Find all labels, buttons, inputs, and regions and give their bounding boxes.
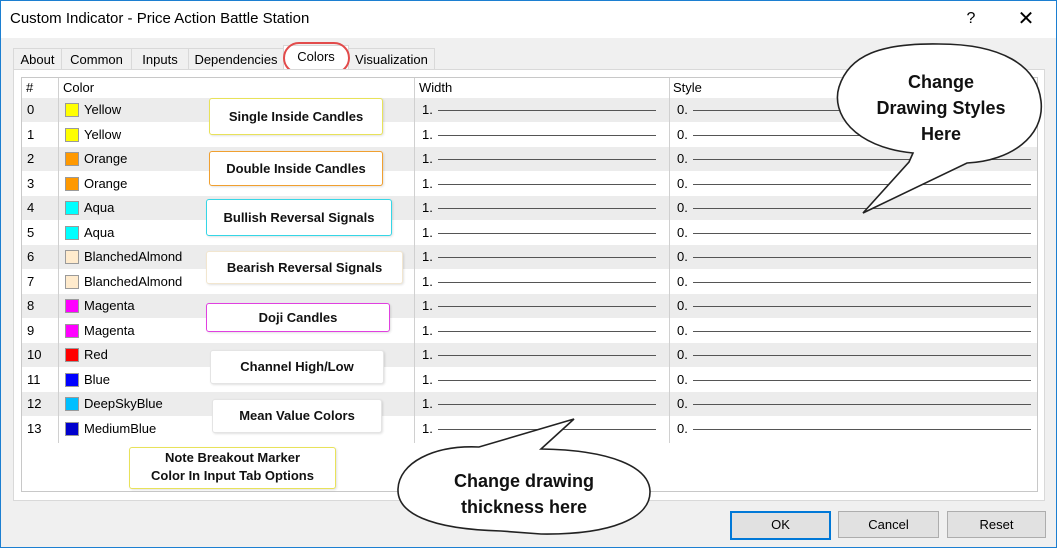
- cancel-button[interactable]: Cancel: [838, 511, 939, 538]
- bubble-line: Change: [907, 72, 974, 92]
- bubble-line: Change drawing: [453, 471, 594, 491]
- bubble-line: Drawing Styles: [876, 98, 1006, 118]
- drawing-styles-bubble-text: Change Drawing Styles Here: [849, 69, 1033, 147]
- dialog-window: Custom Indicator - Price Action Battle S…: [0, 0, 1057, 548]
- bubble-line: thickness here: [460, 497, 588, 517]
- reset-button[interactable]: Reset: [947, 511, 1046, 538]
- thickness-bubble-text: Change drawing thickness here: [409, 468, 639, 520]
- ok-button[interactable]: OK: [730, 511, 831, 540]
- bubble-line: Here: [920, 124, 962, 144]
